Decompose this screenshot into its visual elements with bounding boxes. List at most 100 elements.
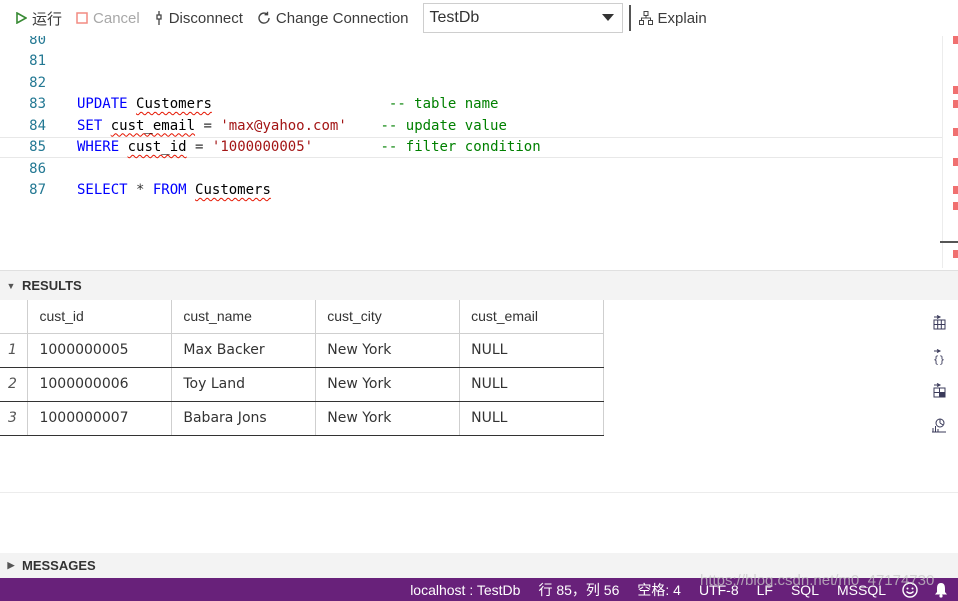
sql-keyword: UPDATE <box>77 96 128 112</box>
line-number: 80 <box>29 36 46 48</box>
error-marker <box>953 202 958 210</box>
sql-keyword: FROM <box>152 182 187 198</box>
explain-label: Explain <box>657 9 707 27</box>
line-number: 86 <box>29 160 46 177</box>
grid-cell[interactable]: Babara Jons <box>171 401 317 436</box>
editor-line[interactable]: 81 <box>0 51 942 72</box>
status-eol[interactable]: LF <box>757 582 773 598</box>
editor-overview-ruler[interactable] <box>940 36 958 268</box>
sql-comment: -- update value <box>380 117 507 134</box>
code-text: SET cust_email = 'max@yahoo.com' -- upda… <box>77 118 507 134</box>
grid-cell[interactable]: NULL <box>459 401 604 436</box>
column-header[interactable]: cust_name <box>171 300 317 334</box>
save-json-icon[interactable]: {} <box>928 340 950 374</box>
sql-keyword: SET <box>77 117 103 134</box>
error-marker <box>953 186 958 194</box>
save-excel-icon[interactable] <box>928 374 950 408</box>
sql-keyword: SELECT <box>77 182 128 198</box>
results-panel-header[interactable]: ▼ RESULTS <box>0 270 958 300</box>
line-number: 87 <box>29 182 46 198</box>
editor-line[interactable]: 80 <box>0 36 942 50</box>
run-button[interactable]: 运行 <box>16 0 62 36</box>
editor-line[interactable]: 87 SELECT * FROM Customers <box>0 180 942 201</box>
run-label: 运行 <box>32 10 63 28</box>
sql-identifier: Customers <box>136 96 212 112</box>
editor-line[interactable]: 83 UPDATE Customers -- table name <box>0 94 942 115</box>
error-marker <box>953 36 958 44</box>
editor-line[interactable]: 82 <box>0 72 942 93</box>
code-token: = <box>195 117 221 134</box>
line-number: 83 <box>29 96 46 112</box>
status-dialect[interactable]: MSSQL <box>837 582 886 598</box>
change-connection-label: Change Connection <box>275 9 409 27</box>
expand-caret-icon: ▶ <box>7 560 15 570</box>
hierarchy-icon <box>638 11 653 25</box>
chart-icon[interactable] <box>928 408 950 442</box>
grid-cell[interactable]: 1000000007 <box>27 401 173 436</box>
grid-cell[interactable]: 1000000005 <box>27 333 173 368</box>
grid-header-row: cust_id cust_name cust_city cust_email <box>0 300 604 334</box>
scroll-position-indicator <box>940 241 958 243</box>
status-cursor-position[interactable]: 行 85，列 56 <box>538 580 619 600</box>
toolbar-separator <box>628 5 631 31</box>
bell-icon[interactable] <box>934 582 948 598</box>
grid-cell[interactable]: NULL <box>459 367 604 402</box>
column-header[interactable]: cust_email <box>459 300 604 334</box>
status-encoding[interactable]: UTF-8 <box>699 582 739 598</box>
column-header[interactable]: cust_id <box>27 300 173 334</box>
grid-cell[interactable]: NULL <box>459 333 604 368</box>
line-number: 82 <box>29 74 46 91</box>
cancel-button[interactable]: Cancel <box>76 0 140 36</box>
refresh-icon <box>257 11 271 25</box>
status-connection[interactable]: localhost : TestDb <box>410 582 520 598</box>
grid-cell[interactable]: New York <box>315 401 461 436</box>
smiley-feedback-icon[interactable] <box>902 581 918 598</box>
cancel-label: Cancel <box>93 9 140 27</box>
error-marker <box>953 158 958 166</box>
results-grid[interactable]: cust_id cust_name cust_city cust_email 1… <box>0 300 604 436</box>
sql-editor[interactable]: 80 81 82 83 UPDATE Customers -- table name 84… <box>0 36 958 268</box>
line-number: 81 <box>29 53 46 69</box>
row-number-header[interactable] <box>0 300 29 334</box>
row-number: 2 <box>0 367 29 402</box>
sql-identifier: cust_id <box>127 139 187 155</box>
code-text: WHERE cust_id = '1000000005' -- filter c… <box>77 139 541 155</box>
explain-button[interactable]: Explain <box>638 0 707 36</box>
database-select[interactable]: TestDb <box>422 3 623 33</box>
table-row[interactable]: 3 1000000007 Babara Jons New York NULL <box>0 401 604 436</box>
editor-line[interactable]: 84 SET cust_email = 'max@yahoo.com' -- up… <box>0 115 942 136</box>
sql-string: '1000000005' <box>211 139 314 155</box>
grid-cell[interactable]: New York <box>315 367 461 402</box>
row-number: 3 <box>0 401 29 436</box>
sql-comment: -- filter condition <box>380 139 541 155</box>
table-row[interactable]: 1 1000000005 Max Backer New York NULL <box>0 333 604 368</box>
change-connection-button[interactable]: Change Connection <box>257 0 409 36</box>
status-bar: localhost : TestDb 行 85，列 56 空格: 4 UTF-8… <box>0 578 958 601</box>
database-select-value: TestDb <box>429 9 480 26</box>
grid-cell[interactable]: 1000000006 <box>27 367 173 402</box>
save-csv-icon[interactable] <box>928 306 950 340</box>
results-action-bar: {} <box>928 306 950 442</box>
error-marker <box>953 86 958 94</box>
column-header[interactable]: cust_city <box>315 300 461 334</box>
status-indentation[interactable]: 空格: 4 <box>637 580 681 600</box>
play-icon <box>16 12 27 24</box>
stop-square-icon <box>76 12 88 24</box>
editor-line[interactable]: 86 <box>0 158 942 179</box>
sql-identifier: cust_email <box>110 117 196 134</box>
error-marker <box>953 128 958 136</box>
unplug-icon <box>154 11 164 25</box>
grid-cell[interactable]: Max Backer <box>171 333 317 368</box>
disconnect-button[interactable]: Disconnect <box>154 0 243 36</box>
editor-line[interactable]: 85 WHERE cust_id = '1000000005' -- filter… <box>0 136 942 158</box>
grid-cell[interactable]: Toy Land <box>171 367 317 402</box>
table-row[interactable]: 2 1000000006 Toy Land New York NULL <box>0 367 604 402</box>
messages-panel-header[interactable]: ▶ MESSAGES <box>0 553 958 578</box>
status-language[interactable]: SQL <box>791 582 819 598</box>
chevron-down-icon <box>601 9 614 27</box>
query-toolbar: 运行 Cancel Disconnect Change Connection T… <box>0 0 958 36</box>
grid-cell[interactable]: New York <box>315 333 461 368</box>
line-number: 84 <box>29 117 46 134</box>
